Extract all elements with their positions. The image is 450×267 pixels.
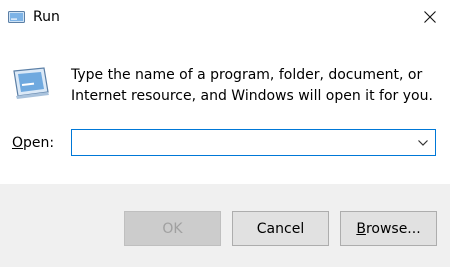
chevron-down-icon[interactable]	[417, 137, 429, 149]
close-button[interactable]	[410, 0, 450, 34]
browse-mnemonic: B	[356, 220, 366, 237]
close-icon	[424, 11, 436, 23]
description-text: Type the name of a program, folder, docu…	[71, 67, 433, 104]
open-combobox[interactable]	[71, 129, 436, 156]
run-icon	[13, 67, 49, 99]
cancel-button[interactable]: Cancel	[232, 211, 329, 246]
open-label-text: pen:	[23, 135, 55, 151]
ok-button[interactable]: OK	[124, 211, 221, 246]
window-title: Run	[33, 9, 60, 25]
open-label-mnemonic: O	[12, 135, 24, 151]
button-bar: OK Cancel Browse...	[0, 184, 450, 267]
dialog-content: Type the name of a program, folder, docu…	[0, 36, 450, 184]
run-icon	[8, 11, 25, 23]
title-bar: Run	[0, 0, 450, 36]
browse-button[interactable]: Browse...	[340, 211, 437, 246]
open-label: Open:	[12, 134, 54, 152]
browse-label: rowse...	[365, 220, 421, 237]
